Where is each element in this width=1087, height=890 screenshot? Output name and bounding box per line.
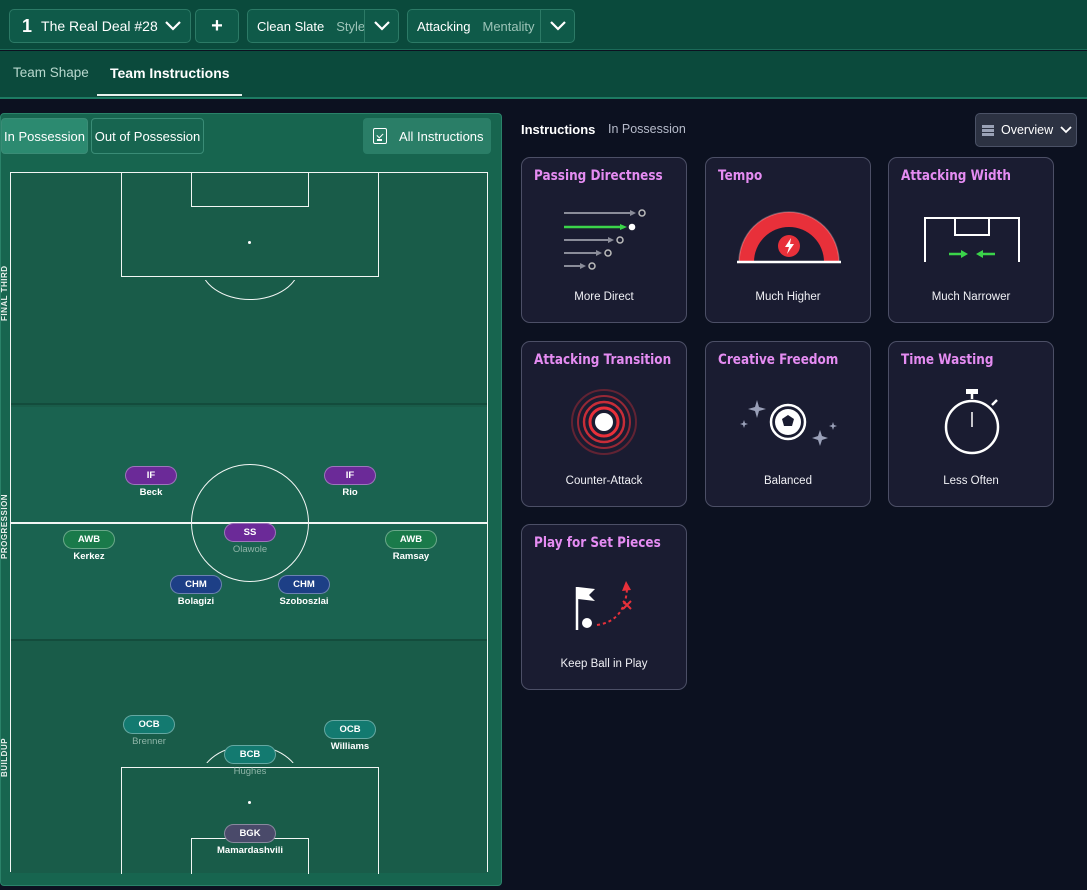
style-sub-label: Style xyxy=(336,18,366,34)
instructions-title: Instructions xyxy=(521,122,596,137)
zone-divider xyxy=(11,639,487,641)
player-name: Beck xyxy=(139,487,163,498)
player-token[interactable]: CHM Bolagizi xyxy=(151,574,241,607)
player-name: Ramsay xyxy=(392,551,430,562)
player-name: Mamardashvili xyxy=(217,845,283,856)
instruction-card-attacking-transition[interactable]: Attacking Transition Counter-Attack xyxy=(521,341,687,507)
zone-label-final-third: FINAL THIRD xyxy=(0,265,9,321)
out-of-possession-toggle[interactable]: Out of Possession xyxy=(91,118,204,154)
chevron-down-icon xyxy=(1060,126,1072,134)
style-selector[interactable]: Clean Slate Style xyxy=(247,9,399,43)
list-icon xyxy=(982,124,994,136)
role-badge: OCB xyxy=(123,715,175,734)
player-name: Bolagizi xyxy=(177,596,215,607)
player-name: Williams xyxy=(330,741,370,752)
player-name: Hughes xyxy=(233,766,267,777)
player-token[interactable]: SS Olawole xyxy=(205,522,295,555)
active-tab-indicator xyxy=(97,94,242,96)
zone-divider xyxy=(11,403,487,405)
card-value: Much Higher xyxy=(755,291,821,303)
instruction-card-creative-freedom[interactable]: Creative Freedom Balanced xyxy=(705,341,871,507)
zone-label-buildup: BUILDUP xyxy=(0,737,9,777)
chevron-down-icon xyxy=(540,10,574,42)
in-possession-toggle[interactable]: In Possession xyxy=(1,118,88,154)
player-token[interactable]: IF Rio xyxy=(305,465,395,498)
mentality-label: Attacking xyxy=(417,18,471,34)
mentality-selector[interactable]: Attacking Mentality xyxy=(407,9,575,43)
top-bar: 1 The Real Deal #28 + Clean Slate Style … xyxy=(0,0,1087,50)
role-badge: BGK xyxy=(224,824,276,843)
tactic-name: The Real Deal #28 xyxy=(41,18,158,34)
tabs-bar: Team Shape Team Instructions xyxy=(0,51,1087,99)
card-value: Keep Ball in Play xyxy=(560,658,648,670)
all-instructions-button[interactable]: All Instructions xyxy=(363,118,491,154)
player-token[interactable]: BCB Hughes xyxy=(205,744,295,777)
instructions-subtitle: In Possession xyxy=(608,122,686,136)
instruction-card-tempo[interactable]: Tempo Much Higher xyxy=(705,157,871,323)
mentality-sub-label: Mentality xyxy=(482,18,535,34)
player-token[interactable]: AWB Ramsay xyxy=(366,529,456,562)
role-badge: AWB xyxy=(63,530,115,549)
chevron-down-icon xyxy=(364,10,398,42)
player-name: Olawole xyxy=(232,544,268,555)
tactic-number: 1 xyxy=(22,15,33,36)
all-instructions-label: All Instructions xyxy=(399,128,484,144)
bottom-penalty-spot xyxy=(248,801,251,804)
player-name: Kerkez xyxy=(73,551,105,562)
player-token[interactable]: OCB Williams xyxy=(305,719,395,752)
player-name: Brenner xyxy=(132,736,166,747)
player-token[interactable]: AWB Kerkez xyxy=(44,529,134,562)
chevron-down-icon xyxy=(156,10,190,42)
role-badge: IF xyxy=(324,466,376,485)
tab-team-instructions[interactable]: Team Instructions xyxy=(110,65,230,81)
player-token[interactable]: IF Beck xyxy=(106,465,196,498)
player-token[interactable]: OCB Brenner xyxy=(104,714,194,747)
card-value: Counter-Attack xyxy=(565,475,643,487)
add-tactic-button[interactable]: + xyxy=(195,9,239,43)
instruction-card-time-wasting[interactable]: Time Wasting Less Often xyxy=(888,341,1054,507)
top-goal-area xyxy=(191,172,309,207)
role-badge: CHM xyxy=(170,575,222,594)
instruction-card-attacking-width[interactable]: Attacking Width Much Narrower xyxy=(888,157,1054,323)
role-badge: AWB xyxy=(385,530,437,549)
view-selector[interactable]: Overview xyxy=(975,113,1077,147)
pitch-panel: In Possession Out of Possession All Inst… xyxy=(0,113,502,886)
pitch: FINAL THIRD PROGRESSION BUILDUP IF Beck … xyxy=(0,172,488,874)
player-name: Rio xyxy=(342,487,358,498)
card-value: More Direct xyxy=(574,291,634,303)
tactic-selector[interactable]: 1 The Real Deal #28 xyxy=(9,9,191,43)
tab-team-shape[interactable]: Team Shape xyxy=(13,65,89,80)
instruction-card-play-for-set-pieces[interactable]: Play for Set Pieces Keep Ball in Play xyxy=(521,524,687,690)
role-badge: BCB xyxy=(224,745,276,764)
instruction-card-passing-directness[interactable]: Passing Directness More Direct xyxy=(521,157,687,323)
card-value: Less Often xyxy=(943,475,999,487)
player-token[interactable]: BGK Mamardashvili xyxy=(205,823,295,856)
checklist-icon xyxy=(373,128,387,144)
zone-label-progression: PROGRESSION xyxy=(0,493,9,559)
top-penalty-spot xyxy=(248,241,251,244)
card-value: Much Narrower xyxy=(931,291,1011,303)
role-badge: SS xyxy=(224,523,276,542)
player-token[interactable]: CHM Szoboszlai xyxy=(259,574,349,607)
card-value: Balanced xyxy=(764,475,812,487)
role-badge: CHM xyxy=(278,575,330,594)
role-badge: OCB xyxy=(324,720,376,739)
player-name: Szoboszlai xyxy=(279,596,329,607)
view-label: Overview xyxy=(1001,123,1054,137)
role-badge: IF xyxy=(125,466,177,485)
style-label: Clean Slate xyxy=(257,18,325,34)
